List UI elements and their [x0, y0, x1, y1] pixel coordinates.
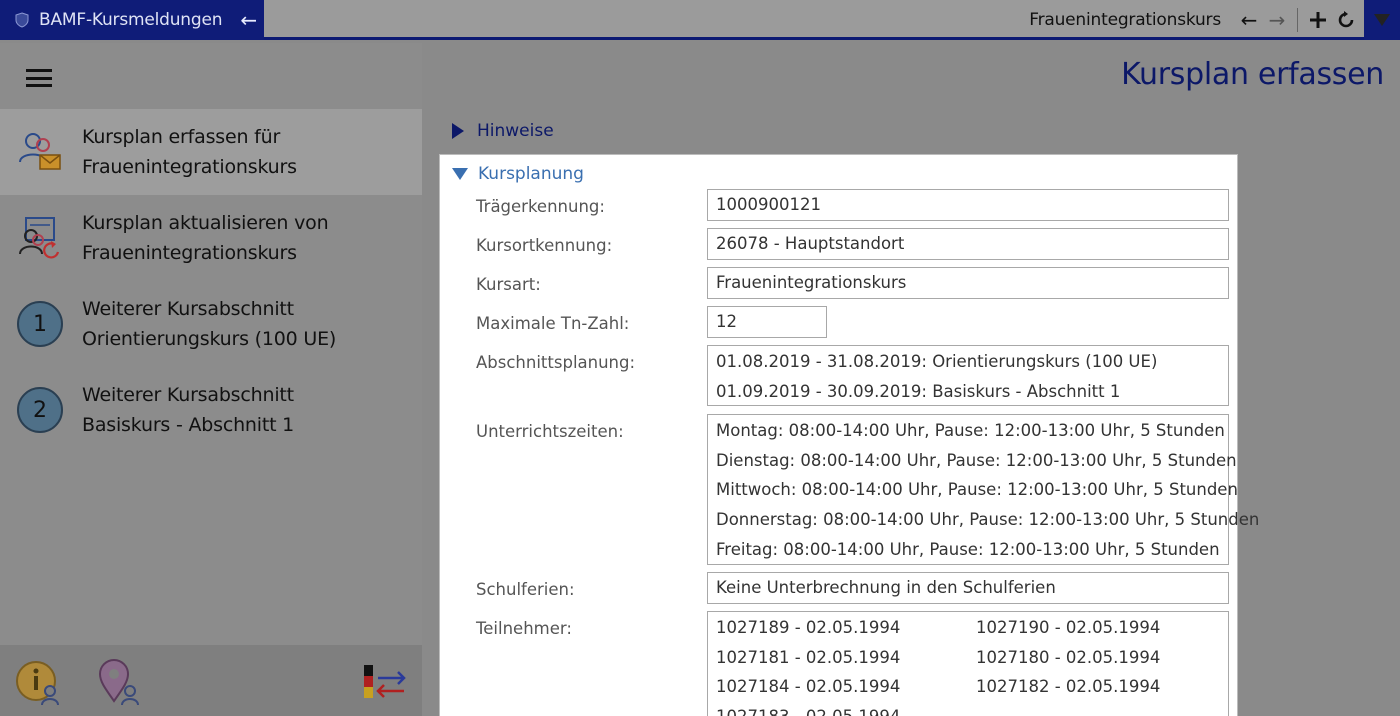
kursplanung-toggle[interactable]: Kursplanung	[452, 164, 584, 184]
app-tab: BAMF-Kursmeldungen ←	[0, 0, 264, 40]
app-title: BAMF-Kursmeldungen	[39, 10, 223, 30]
teilnehmer-entry: 1027182 - 02.05.1994	[976, 677, 1161, 697]
sidebar-item-label: Weiterer Kursabschnitt	[82, 384, 294, 406]
max-tn-field[interactable]: 12	[707, 306, 827, 338]
kursplanung-panel: Kursplanung Trägerkennung: 1000900121 Ku…	[439, 154, 1260, 716]
schulferien-label: Schulferien:	[476, 580, 575, 599]
unterrichtszeit-line: Freitag: 08:00-14:00 Uhr, Pause: 12:00-1…	[716, 539, 1220, 559]
sidebar-item-orientierungskurs[interactable]: 1 Weiterer Kursabschnitt Orientierungsku…	[0, 281, 422, 367]
titlebar-actions: Frauenintegrationskurs ← →	[1029, 0, 1400, 40]
course-name: Frauenintegrationskurs	[1029, 10, 1221, 30]
max-tn-label: Maximale Tn-Zahl:	[476, 314, 630, 333]
sidebar-item-label: Kursplan aktualisieren von	[82, 212, 329, 234]
unterrichtszeiten-field[interactable]: Montag: 08:00-14:00 Uhr, Pause: 12:00-13…	[707, 414, 1260, 565]
shield-icon	[15, 12, 29, 28]
sidebar-item-label: Orientierungskurs (100 UE)	[82, 328, 337, 350]
add-icon[interactable]	[1304, 6, 1332, 34]
collapse-arrow-icon	[452, 168, 468, 180]
abschnittsplanung-label: Abschnittsplanung:	[476, 353, 636, 372]
page-title: Kursplan erfassen	[1121, 57, 1384, 92]
unterrichtszeiten-label: Unterrichtszeiten:	[476, 422, 624, 441]
sidebar-item-kursplan-erfassen[interactable]: Kursplan erfassen für Frauenintegrations…	[0, 109, 422, 195]
kursart-label: Kursart:	[476, 275, 541, 294]
person-mail-icon	[19, 133, 61, 170]
abschnitt-line: 01.09.2019 - 30.09.2019: Basiskurs - Abs…	[716, 381, 1121, 401]
language-switch-icon[interactable]	[362, 663, 408, 703]
teilnehmer-entry: 1027180 - 02.05.1994	[976, 647, 1161, 667]
kursortkennung-field[interactable]: 26078 - Hauptstandort	[707, 228, 1229, 260]
kursart-field[interactable]: Frauenintegrationskurs	[707, 267, 1229, 299]
back-arrow-icon[interactable]: ←	[240, 8, 257, 32]
hamburger-menu-icon[interactable]	[26, 69, 52, 87]
teilnehmer-entry: 1027190 - 02.05.1994	[976, 618, 1161, 637]
nav-back-icon[interactable]: ←	[1235, 6, 1263, 34]
step-badge: 2	[17, 387, 63, 433]
info-person-icon[interactable]	[14, 657, 62, 707]
sidebar-item-label: Weiterer Kursabschnitt	[82, 298, 294, 320]
sidebar-item-kursplan-aktualisieren[interactable]: Kursplan aktualisieren von Frauenintegra…	[0, 195, 422, 281]
nav-forward-icon[interactable]: →	[1263, 6, 1291, 34]
kursplanung-label: Kursplanung	[478, 164, 584, 184]
sidebar-item-label: Basiskurs - Abschnitt 1	[82, 414, 295, 436]
step-badge: 1	[17, 301, 63, 347]
teilnehmer-entry: 1027184 - 02.05.1994	[716, 677, 901, 697]
step-number-icon: 1	[16, 300, 64, 348]
hinweise-toggle[interactable]: Hinweise	[452, 121, 554, 141]
teilnehmer-label: Teilnehmer:	[476, 619, 572, 638]
sidebar-footer	[0, 645, 422, 716]
sidebar-item-label: Frauenintegrationskurs	[82, 242, 297, 264]
teilnehmer-entry: 1027181 - 02.05.1994	[716, 647, 901, 667]
teilnehmer-entry: 1027189 - 02.05.1994	[716, 618, 901, 637]
step-number-icon: 2	[16, 386, 64, 434]
traegerkennung-label: Trägerkennung:	[476, 197, 605, 216]
abschnittsplanung-field[interactable]: 01.08.2019 - 31.08.2019: Orientierungsku…	[707, 345, 1229, 406]
toolbar-divider	[1297, 8, 1298, 32]
sidebar-item-label: Frauenintegrationskurs	[82, 156, 297, 178]
expand-arrow-icon	[452, 123, 464, 139]
unterrichtszeit-line: Mittwoch: 08:00-14:00 Uhr, Pause: 12:00-…	[716, 480, 1238, 500]
unterrichtszeit-line: Montag: 08:00-14:00 Uhr, Pause: 12:00-13…	[716, 421, 1225, 440]
refresh-icon[interactable]	[1332, 6, 1360, 34]
kursortkennung-label: Kursortkennung:	[476, 236, 613, 255]
traegerkennung-field[interactable]: 1000900121	[707, 189, 1229, 221]
teilnehmer-list: 1027189 - 02.05.1994 1027190 - 02.05.199…	[716, 613, 1220, 716]
teilnehmer-field[interactable]: 1027189 - 02.05.1994 1027190 - 02.05.199…	[707, 611, 1229, 716]
hinweise-label: Hinweise	[477, 121, 554, 141]
sidebar-item-basiskurs[interactable]: 2 Weiterer Kursabschnitt Basiskurs - Abs…	[0, 367, 422, 453]
person-refresh-icon	[19, 217, 60, 259]
sidebar: Kursplan erfassen für Frauenintegrations…	[0, 43, 422, 716]
abschnitt-line: 01.08.2019 - 31.08.2019: Orientierungsku…	[716, 352, 1158, 371]
menu-dropdown-button[interactable]	[1364, 0, 1400, 40]
main-content: Kursplan erfassen Hinweise Kursplanung T…	[422, 43, 1400, 716]
schulferien-field[interactable]: Keine Unterbrechnung in den Schulferien	[707, 572, 1229, 604]
sidebar-item-label: Kursplan erfassen für	[82, 126, 281, 148]
teilnehmer-entry: 1027183 - 02.05.1994	[716, 702, 976, 716]
unterrichtszeit-line: Donnerstag: 08:00-14:00 Uhr, Pause: 12:0…	[716, 510, 1260, 530]
location-person-icon[interactable]	[94, 657, 142, 707]
title-bar: BAMF-Kursmeldungen ← Frauenintegrationsk…	[0, 0, 1400, 40]
unterrichtszeit-line: Dienstag: 08:00-14:00 Uhr, Pause: 12:00-…	[716, 450, 1237, 470]
